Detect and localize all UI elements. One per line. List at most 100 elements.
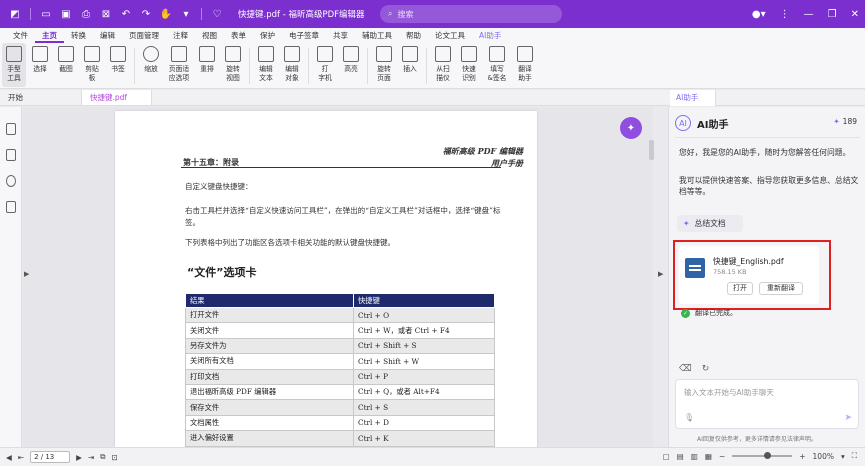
heart-icon[interactable]: ♡: [210, 7, 224, 21]
menu-ai-assistant[interactable]: AI助手: [472, 28, 508, 43]
maximize-icon[interactable]: ❐: [828, 9, 837, 20]
rotate-view-button[interactable]: 旋转 视图: [221, 43, 245, 82]
zoom-out-icon[interactable]: −: [719, 452, 725, 461]
copy-icon[interactable]: ⧉: [100, 452, 105, 462]
zoom-dropdown-icon[interactable]: ▾: [841, 452, 845, 461]
tab-home[interactable]: 开始: [0, 90, 82, 105]
close-icon[interactable]: ✕: [851, 9, 859, 20]
prev-page-icon[interactable]: ◀: [6, 453, 12, 462]
table-row: 关闭所有文档 Ctrl + Shift + W: [185, 353, 495, 370]
menu-help[interactable]: 帮助: [399, 28, 428, 43]
menu-protect[interactable]: 保护: [253, 28, 282, 43]
last-page-icon[interactable]: ⇥: [88, 453, 94, 462]
page-number-input[interactable]: 2 / 13: [30, 451, 71, 463]
edit-text-button[interactable]: 编辑 文本: [254, 43, 278, 82]
ai-logo-icon: AI: [675, 115, 691, 131]
next-page-icon[interactable]: ▶: [76, 453, 82, 462]
pages-panel-icon[interactable]: [5, 149, 16, 161]
insert-button[interactable]: 插入: [398, 43, 422, 74]
file-size: 758.15 KB: [713, 268, 747, 276]
bookmark-button[interactable]: 书签: [106, 43, 130, 74]
redo-icon[interactable]: ↷: [139, 7, 153, 21]
table-header-row: 结果 快捷键: [185, 293, 495, 308]
two-page-icon[interactable]: ▥: [691, 452, 698, 461]
retranslate-button[interactable]: 重新翻译: [759, 282, 803, 295]
summarize-label: 总结文档: [694, 219, 726, 228]
menu-accessibility[interactable]: 辅助工具: [355, 28, 399, 43]
scroll-mode-icon[interactable]: ▦: [705, 452, 712, 461]
refresh-icon[interactable]: ↻: [702, 364, 710, 374]
zoom-level[interactable]: 100%: [813, 452, 834, 461]
collapse-left-icon[interactable]: ▶: [24, 270, 29, 278]
menu-thesis-tools[interactable]: 论文工具: [428, 28, 472, 43]
typewriter-button[interactable]: 打 字机: [313, 43, 337, 82]
dropdown-icon[interactable]: ▾: [179, 7, 193, 21]
rotate-page-button[interactable]: 旋转 页面: [372, 43, 396, 82]
hand-tool-button[interactable]: 手型 工具: [2, 43, 26, 87]
send-icon[interactable]: ➤: [844, 413, 852, 423]
fullscreen-icon[interactable]: ⛶: [852, 451, 857, 461]
menu-e-signature[interactable]: 电子签章: [282, 28, 326, 43]
rotate-view-icon: [225, 46, 241, 62]
collapse-right-icon[interactable]: ▶: [658, 270, 663, 278]
zoom-button[interactable]: 缩放: [139, 43, 163, 74]
fill-sign-button[interactable]: 填写 &签名: [483, 43, 511, 82]
menu-home[interactable]: 主页: [35, 28, 64, 43]
vertical-scrollbar[interactable]: [648, 110, 656, 446]
attachments-panel-icon[interactable]: [5, 201, 16, 213]
hand-tool-icon[interactable]: ✋: [159, 7, 173, 21]
microphone-icon[interactable]: 🎙: [684, 413, 694, 422]
ai-assistant-float-button[interactable]: ✦: [620, 117, 642, 139]
edit-text-icon: [258, 46, 274, 62]
translate-button[interactable]: 翻译 助手: [513, 43, 537, 82]
menu-comment[interactable]: 注释: [166, 28, 195, 43]
reflow-button[interactable]: 重排: [195, 43, 219, 74]
menu-view[interactable]: 视图: [195, 28, 224, 43]
summarize-document-button[interactable]: ✦ 总结文档: [677, 215, 743, 232]
menu-page-manage[interactable]: 页面管理: [122, 28, 166, 43]
undo-icon[interactable]: ↶: [119, 7, 133, 21]
open-button[interactable]: 打开: [727, 282, 753, 295]
select-button[interactable]: 选择: [28, 43, 52, 74]
document-viewer[interactable]: 福昕高级 PDF 编辑器 用户手册 第十五章：附录 自定义键盘快捷键： 右击工具…: [23, 107, 653, 447]
save-icon[interactable]: ▣: [59, 7, 73, 21]
zoom-in-icon[interactable]: +: [799, 452, 805, 461]
tab-ai-assistant[interactable]: AI助手: [670, 90, 716, 106]
open-folder-icon[interactable]: ▭: [39, 7, 53, 21]
zoom-slider-knob[interactable]: [764, 452, 772, 459]
table-row: 进入偏好设置 Ctrl + K: [185, 430, 495, 447]
comments-panel-icon[interactable]: [5, 175, 16, 187]
credit-badge[interactable]: ✦ 189: [833, 117, 857, 126]
user-avatar-icon[interactable]: ●▾: [752, 9, 766, 20]
scrollbar-thumb[interactable]: [649, 140, 654, 160]
menu-file[interactable]: 文件: [6, 28, 35, 43]
scan-button[interactable]: 从扫 描仪: [431, 43, 455, 82]
single-page-icon[interactable]: ▤: [677, 452, 684, 461]
chat-input[interactable]: 输入文本开始与AI助手聊天 🎙 ➤: [675, 379, 859, 429]
create-icon[interactable]: ⊠: [99, 7, 113, 21]
check-icon: ✓: [681, 308, 690, 318]
page-fit-button[interactable]: 页面适 应选项: [165, 43, 193, 82]
search-input[interactable]: ⌕ 搜索: [380, 5, 562, 23]
highlight-button[interactable]: 高亮: [339, 43, 363, 74]
bookmark-panel-icon[interactable]: [5, 123, 16, 135]
menu-share[interactable]: 共享: [326, 28, 355, 43]
menu-icon[interactable]: ⋮: [780, 9, 790, 20]
menu-convert[interactable]: 转换: [64, 28, 93, 43]
edit-object-button[interactable]: 编辑 对象: [280, 43, 304, 82]
ai-assistant-panel: AI AI助手 ✦ 189 您好，我是您的AI助手，随时为您解答任何问题。 我可…: [668, 107, 865, 447]
zoom-slider[interactable]: [732, 452, 793, 459]
menu-edit[interactable]: 编辑: [93, 28, 122, 43]
menu-form[interactable]: 表单: [224, 28, 253, 43]
clear-chat-icon[interactable]: ⌫: [679, 364, 692, 374]
clipboard-button[interactable]: 剪贴 板: [80, 43, 104, 82]
first-page-icon[interactable]: ⇤: [18, 453, 24, 462]
fit-icon[interactable]: ⊡: [112, 453, 118, 462]
screenshot-button[interactable]: 截图: [54, 43, 78, 74]
tab-document[interactable]: 快捷键.pdf: [82, 90, 152, 105]
ocr-button[interactable]: 快速 识别: [457, 43, 481, 82]
minimize-icon[interactable]: —: [804, 9, 814, 20]
view-mode-icon[interactable]: ▢: [663, 452, 670, 461]
bookmark-icon: [110, 46, 126, 62]
print-icon[interactable]: ⎙: [79, 7, 93, 21]
